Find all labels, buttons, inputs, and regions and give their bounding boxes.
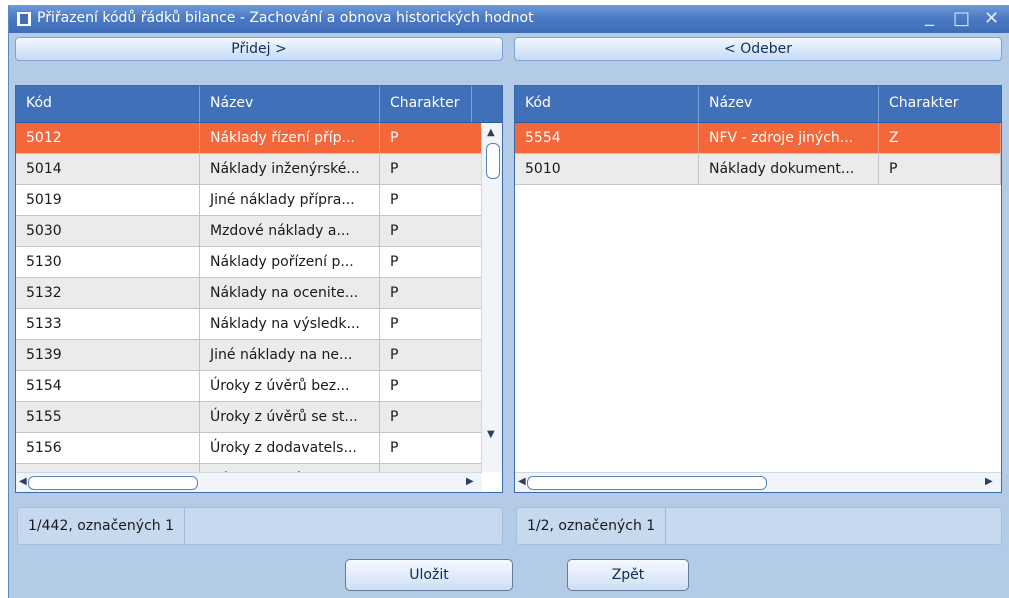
- cell-nazev: Náklady na výsledk...: [200, 309, 380, 339]
- cell-kod: 5132: [16, 278, 200, 308]
- back-button[interactable]: Zpět: [567, 559, 689, 591]
- left-grid-header: Kód Název Charakter: [16, 86, 502, 123]
- scroll-right-icon[interactable]: ▶: [985, 476, 993, 487]
- column-header-nazev[interactable]: Název: [699, 86, 879, 122]
- column-header-kod[interactable]: Kód: [515, 86, 699, 122]
- cell-charakter: P: [380, 371, 482, 401]
- cell-nazev: Úroky z úvěrů se st...: [200, 402, 380, 432]
- scroll-left-icon[interactable]: ◀: [19, 476, 27, 487]
- cell-charakter: P: [380, 402, 482, 432]
- title-bar: Přiřazení kódů řádků bilance - Zachování…: [9, 5, 1009, 33]
- cell-charakter: P: [380, 278, 482, 308]
- cell-nazev: Úroky z dodavatels...: [200, 433, 380, 463]
- right-grid: Kód Název Charakter 5554 NFV - zdroje jin…: [514, 85, 1002, 493]
- cell-charakter: P: [380, 464, 482, 472]
- cell-kod: 5010: [515, 154, 699, 184]
- table-row[interactable]: 5156 Úroky z dodavatels... P: [16, 433, 482, 464]
- table-row[interactable]: 5030 Mzdové náklady a... P: [16, 216, 482, 247]
- right-status-bar: 1/2, označených 1: [516, 507, 1002, 545]
- table-row[interactable]: 5133 Náklady na výsledk... P: [16, 309, 482, 340]
- left-grid-rows: 5012 Náklady řízení příp... P 5014 Náklady i…: [16, 123, 482, 472]
- right-hscroll-thumb[interactable]: [527, 476, 767, 490]
- cell-kod: 5019: [16, 185, 200, 215]
- left-grid: Kód Název Charakter 5012 Náklady řízení p…: [15, 85, 503, 493]
- minimize-icon[interactable]: _: [925, 6, 934, 27]
- cell-kod: 5157: [16, 464, 200, 472]
- window-title: Přiřazení kódů řádků bilance - Zachování…: [37, 10, 534, 26]
- right-grid-header: Kód Název Charakter: [515, 86, 1001, 123]
- column-header-charakter[interactable]: Charakter: [879, 86, 1001, 122]
- cell-charakter: P: [380, 309, 482, 339]
- scroll-down-icon[interactable]: ▼: [487, 429, 495, 440]
- left-vscroll-thumb[interactable]: [486, 143, 500, 179]
- table-row[interactable]: 5155 Úroky z úvěrů se st... P: [16, 402, 482, 433]
- app-icon: [17, 12, 31, 26]
- scroll-left-icon[interactable]: ◀: [518, 476, 526, 487]
- cell-kod: 5130: [16, 247, 200, 277]
- cell-charakter: Z: [879, 123, 1001, 153]
- left-status-bar: 1/442, označených 1: [17, 507, 503, 545]
- cell-charakter: P: [380, 340, 482, 370]
- cell-kod: 5154: [16, 371, 200, 401]
- table-row[interactable]: 5154 Úroky z úvěrů bez... P: [16, 371, 482, 402]
- cell-charakter: P: [380, 247, 482, 277]
- scroll-up-icon[interactable]: ▲: [487, 127, 495, 138]
- table-row[interactable]: 5132 Náklady na ocenite... P: [16, 278, 482, 309]
- cell-nazev: Náklady na ocenite...: [200, 278, 380, 308]
- cell-kod: 5030: [16, 216, 200, 246]
- table-row[interactable]: 5139 Jiné náklady na ne... P: [16, 340, 482, 371]
- left-pane: Přidej > Kód Název Charakter 5012 Náklady…: [15, 37, 503, 547]
- table-row[interactable]: 5010 Náklady dokument... P: [515, 154, 1001, 185]
- right-grid-rows: 5554 NFV - zdroje jiných... Z 5010 Náklady d…: [515, 123, 1001, 472]
- column-header-nazev[interactable]: Název: [200, 86, 380, 122]
- cell-nazev: Mzdové náklady a...: [200, 216, 380, 246]
- close-icon[interactable]: ✕: [984, 8, 999, 29]
- cell-charakter: P: [380, 154, 482, 184]
- cell-kod: 5156: [16, 433, 200, 463]
- cell-nazev: Jiné náklady přípra...: [200, 185, 380, 215]
- table-row[interactable]: 5014 Náklady inženýrské... P: [16, 154, 482, 185]
- cell-kod: 5014: [16, 154, 200, 184]
- right-horizontal-scrollbar[interactable]: ◀ ▶: [515, 472, 1001, 492]
- remove-button[interactable]: < Odeber: [514, 37, 1002, 61]
- maximize-icon[interactable]: □: [953, 8, 970, 29]
- cell-nazev: NFV - zdroje jiných...: [699, 123, 879, 153]
- cell-charakter: P: [380, 216, 482, 246]
- table-row[interactable]: 5130 Náklady pořízení p... P: [16, 247, 482, 278]
- cell-nazev: Náklady řízení příp...: [200, 123, 380, 153]
- cell-nazev: Úroky z úvěrů bez...: [200, 371, 380, 401]
- cell-nazev: Náklady inženýrské...: [200, 154, 380, 184]
- cell-charakter: P: [879, 154, 1001, 184]
- scroll-right-icon[interactable]: ▶: [466, 476, 474, 487]
- left-horizontal-scrollbar[interactable]: ◀ ▶: [16, 472, 482, 492]
- left-status-text: 1/442, označených 1: [18, 508, 186, 544]
- cell-nazev: Náklady dokument...: [699, 154, 879, 184]
- cell-charakter: P: [380, 123, 482, 153]
- add-button[interactable]: Přidej >: [15, 37, 503, 61]
- left-vertical-scrollbar[interactable]: ▲ ▼: [481, 123, 502, 472]
- cell-kod: 5155: [16, 402, 200, 432]
- right-status-text: 1/2, označených 1: [517, 508, 667, 544]
- cell-nazev: Jiné náklady na ne...: [200, 340, 380, 370]
- table-row[interactable]: 5157Náklady na úroky...P: [16, 464, 482, 472]
- cell-kod: 5012: [16, 123, 200, 153]
- cell-kod: 5139: [16, 340, 200, 370]
- table-row[interactable]: 5554 NFV - zdroje jiných... Z: [515, 123, 1001, 154]
- cell-kod: 5133: [16, 309, 200, 339]
- cell-nazev: Náklady na úroky...: [200, 464, 380, 472]
- dialog-window: Přiřazení kódů řádků bilance - Zachování…: [8, 5, 1009, 598]
- left-hscroll-thumb[interactable]: [28, 476, 198, 490]
- column-header-kod[interactable]: Kód: [16, 86, 200, 122]
- column-header-charakter[interactable]: Charakter: [380, 86, 472, 122]
- table-row[interactable]: 5019 Jiné náklady přípra... P: [16, 185, 482, 216]
- save-button[interactable]: Uložit: [345, 559, 513, 591]
- right-pane: < Odeber Kód Název Charakter 5554 NFV - z…: [514, 37, 1002, 547]
- cell-kod: 5554: [515, 123, 699, 153]
- cell-charakter: P: [380, 185, 482, 215]
- table-row[interactable]: 5012 Náklady řízení příp... P: [16, 123, 482, 154]
- cell-nazev: Náklady pořízení p...: [200, 247, 380, 277]
- cell-charakter: P: [380, 433, 482, 463]
